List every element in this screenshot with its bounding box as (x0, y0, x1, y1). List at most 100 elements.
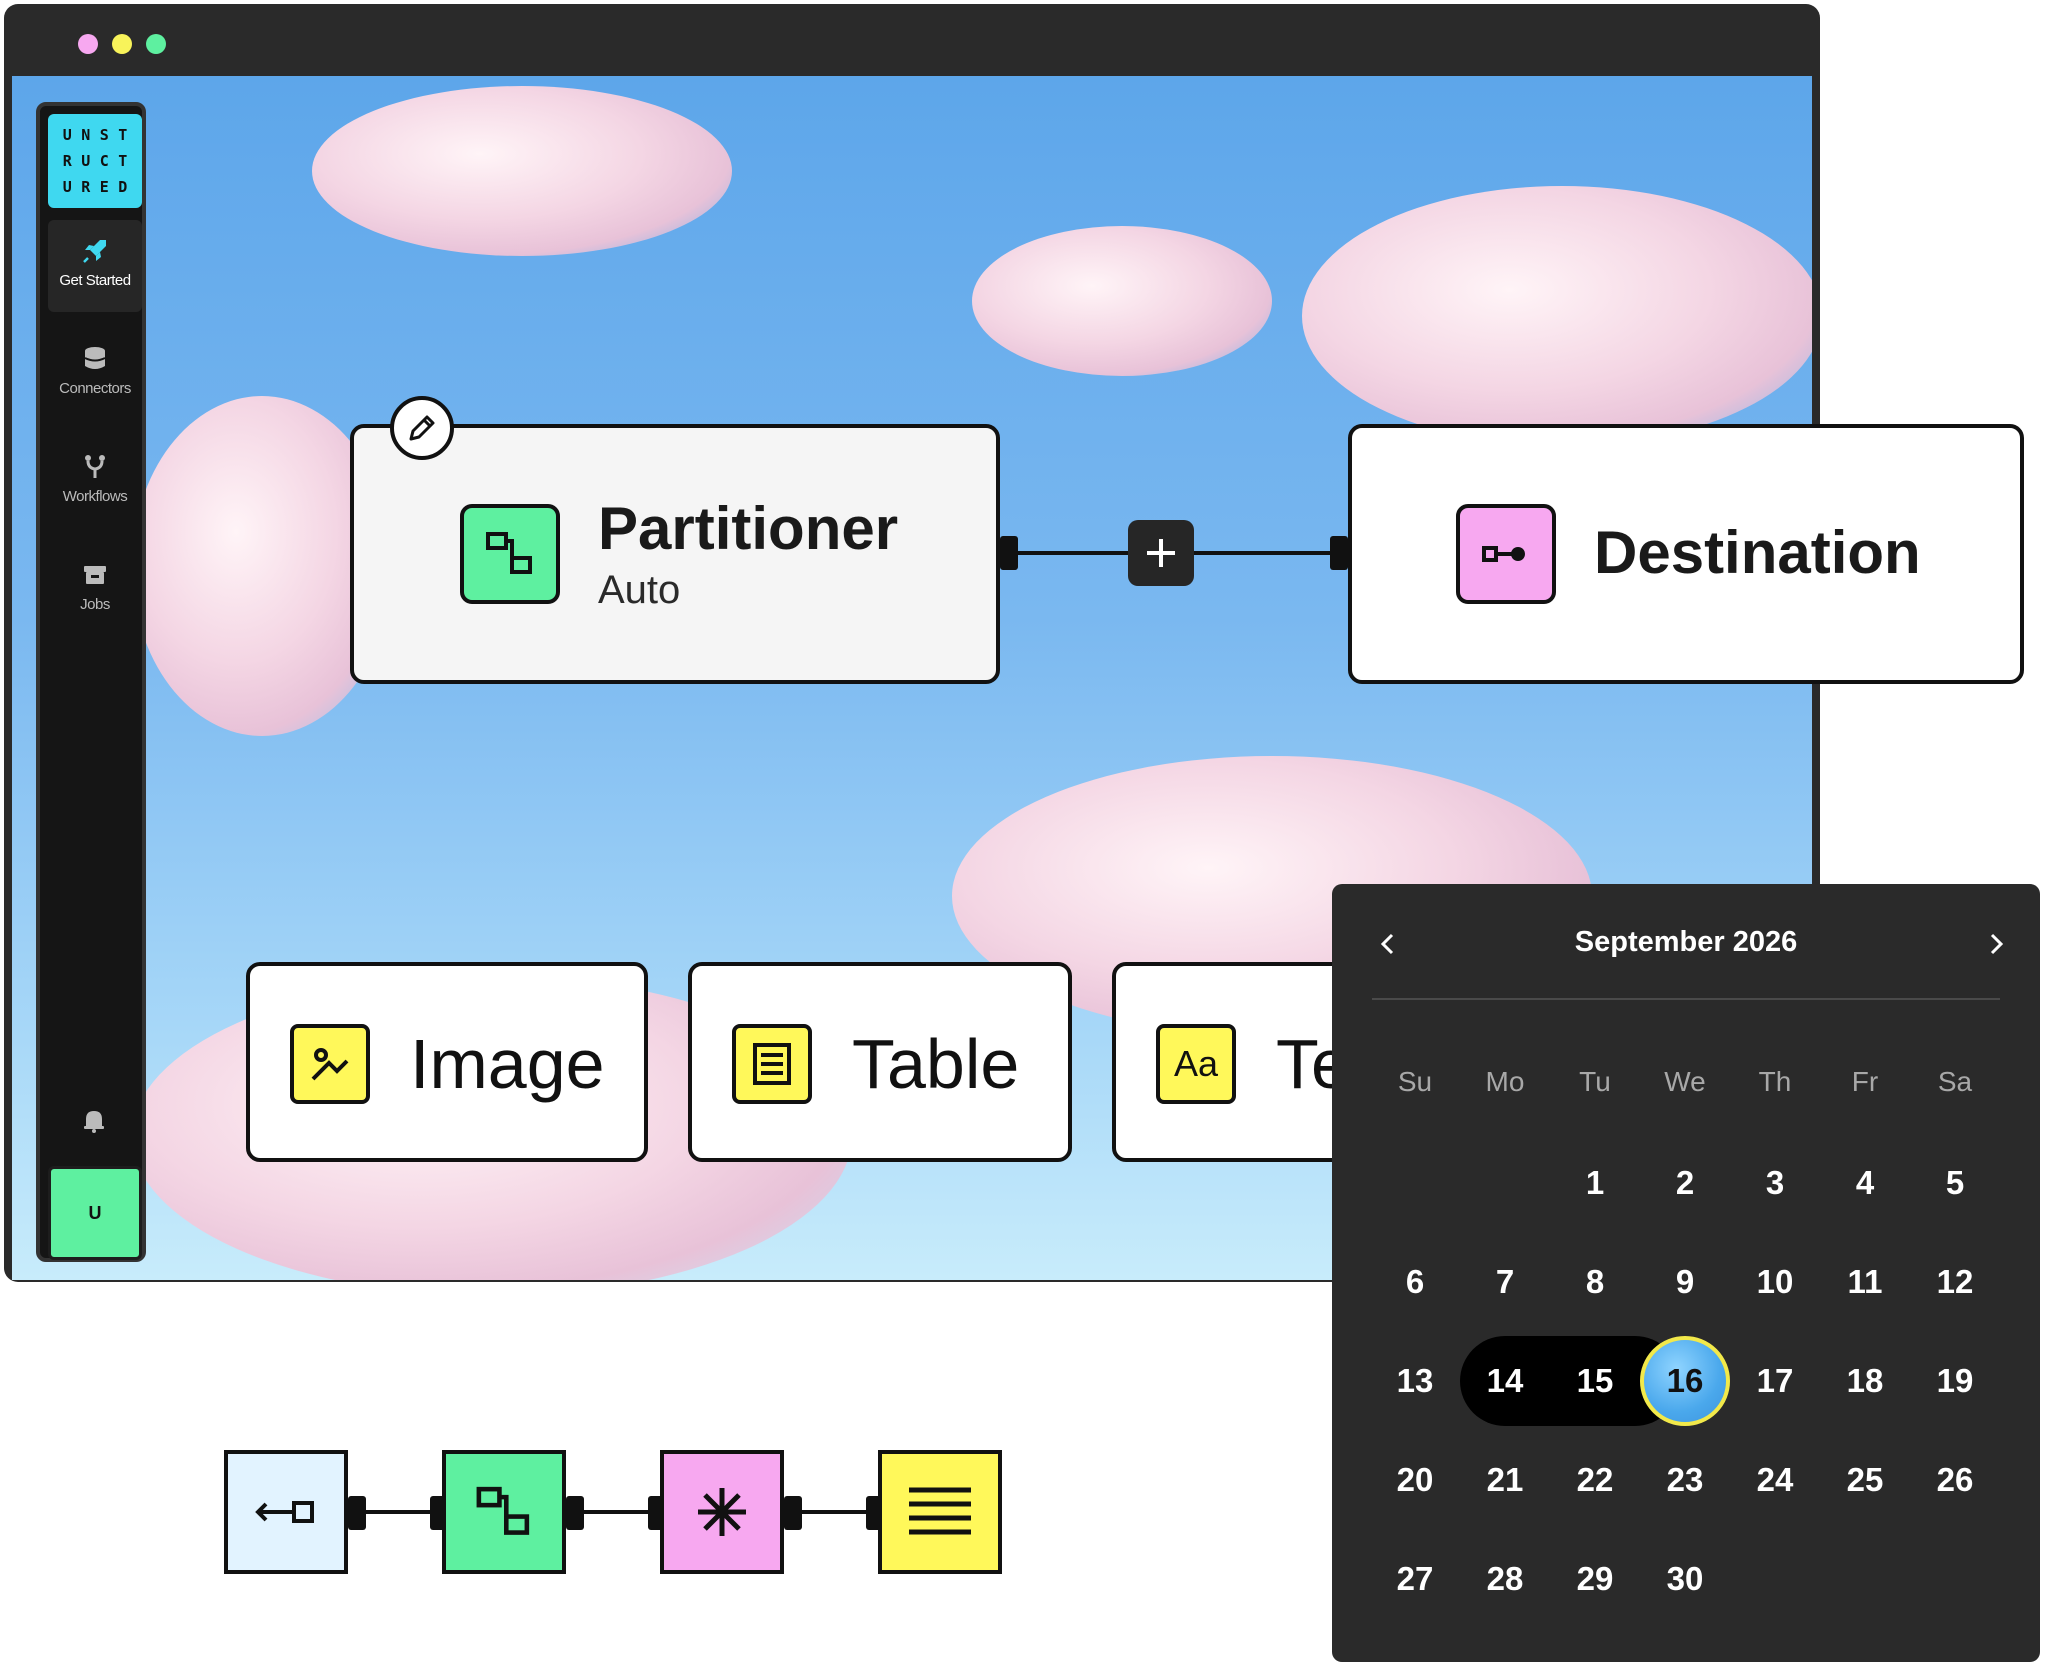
sidebar-item-label: Connectors (59, 380, 131, 397)
calendar-day-selected[interactable]: 16 (1640, 1336, 1730, 1426)
chip-label: Table (852, 1025, 1020, 1103)
calendar-day-range-start[interactable]: 14 (1460, 1336, 1550, 1426)
node-title: Destination (1594, 519, 1921, 586)
calendar-day[interactable]: 11 (1820, 1237, 1910, 1327)
sidebar-item-label: Get Started (59, 272, 131, 289)
pipeline-step-chunk[interactable] (878, 1450, 1002, 1574)
user-avatar[interactable]: U (48, 1166, 142, 1260)
calendar-day[interactable]: 20 (1370, 1435, 1460, 1525)
calendar-day[interactable]: 17 (1730, 1336, 1820, 1426)
weekday-label: Fr (1851, 1066, 1879, 1097)
calendar-day[interactable]: 24 (1730, 1435, 1820, 1525)
node-title: Partitioner (598, 495, 899, 562)
calendar-day[interactable]: 28 (1460, 1534, 1550, 1624)
calendar-day[interactable]: 25 (1820, 1435, 1910, 1525)
minimize-window-button[interactable] (112, 34, 132, 54)
weekday-label: We (1664, 1066, 1706, 1097)
calendar-day[interactable]: 10 (1730, 1237, 1820, 1327)
pipeline-step-source[interactable] (224, 1450, 348, 1574)
partition-icon (476, 1486, 530, 1535)
input-port[interactable] (1330, 536, 1348, 570)
weekday-label: Su (1397, 1066, 1433, 1097)
weekday-label: Mo (1485, 1066, 1525, 1097)
sidebar-item-jobs[interactable]: Jobs (48, 544, 142, 636)
destination-icon (1482, 546, 1525, 562)
calendar-day[interactable]: 12 (1910, 1237, 2000, 1327)
edge-line (1194, 551, 1330, 555)
calendar-day[interactable]: 30 (1640, 1534, 1730, 1624)
pencil-icon (409, 415, 435, 441)
calendar-divider (1372, 998, 2000, 1000)
add-step-button[interactable] (1128, 520, 1194, 586)
calendar-day-in-range[interactable]: 15 (1550, 1336, 1640, 1426)
calendar-day[interactable]: 27 (1370, 1534, 1460, 1624)
calendar-day[interactable]: 5 (1910, 1138, 2000, 1228)
destination-node[interactable]: Destination (1348, 424, 2024, 684)
destination-node-icon (1456, 504, 1556, 604)
workflow-icon (85, 455, 105, 478)
calendar-day[interactable]: 26 (1910, 1435, 2000, 1525)
calendar-day[interactable]: 19 (1910, 1336, 2000, 1426)
pipeline-port (348, 1496, 366, 1530)
calendar-month-label: September 2026 (1574, 926, 1798, 958)
cloud-decoration (972, 226, 1272, 376)
calendar-day[interactable]: 1 (1550, 1138, 1640, 1228)
source-icon (255, 1501, 314, 1523)
table-icon (732, 1024, 812, 1104)
plus-icon (1147, 539, 1175, 567)
pipeline-edge (802, 1510, 866, 1514)
edge-line (1018, 551, 1130, 555)
calendar-day[interactable]: 4 (1820, 1138, 1910, 1228)
cloud-decoration (1302, 186, 1812, 446)
calendar-day[interactable]: 8 (1550, 1237, 1640, 1327)
maximize-window-button[interactable] (146, 34, 166, 54)
bell-icon[interactable] (80, 1106, 108, 1134)
calendar-day[interactable]: 23 (1640, 1435, 1730, 1525)
calendar-day[interactable]: 6 (1370, 1237, 1460, 1327)
element-chip-image[interactable]: Image (246, 962, 648, 1162)
edit-node-button[interactable] (390, 396, 454, 460)
close-window-button[interactable] (78, 34, 98, 54)
sidebar-nav: U N S T R U C T U R E D Get Started Conn… (36, 102, 146, 1262)
calendar-day[interactable]: 9 (1640, 1237, 1730, 1327)
pipeline-step-enrich[interactable] (660, 1450, 784, 1574)
calendar-day[interactable]: 2 (1640, 1138, 1730, 1228)
next-month-button[interactable] (1976, 924, 2016, 964)
element-chip-table[interactable]: Table (688, 962, 1072, 1162)
database-icon (84, 347, 106, 369)
calendar-day[interactable]: 21 (1460, 1435, 1550, 1525)
sidebar-item-get-started[interactable]: Get Started (48, 220, 142, 312)
output-port[interactable] (1000, 536, 1018, 570)
sidebar-item-workflows[interactable]: Workflows (48, 436, 142, 528)
pipeline-port (566, 1496, 584, 1530)
rocket-icon (83, 240, 106, 263)
calendar-day[interactable]: 13 (1370, 1336, 1460, 1426)
sidebar-item-label: Jobs (80, 596, 110, 613)
calendar-day[interactable]: 18 (1820, 1336, 1910, 1426)
text-icon: Aa (1156, 1024, 1236, 1104)
partition-icon (486, 532, 532, 574)
pipeline-edge (366, 1510, 430, 1514)
weekday-label: Tu (1579, 1066, 1611, 1097)
partitioner-node[interactable]: Partitioner Auto (350, 424, 1000, 684)
unstructured-logo[interactable]: U N S T R U C T U R E D (48, 114, 142, 208)
pipeline-edge (584, 1510, 648, 1514)
calendar-day[interactable]: 7 (1460, 1237, 1550, 1327)
weekday-label: Th (1758, 1066, 1792, 1097)
asterisk-icon (698, 1488, 746, 1536)
chip-label: Image (410, 1025, 605, 1103)
sidebar-item-connectors[interactable]: Connectors (48, 328, 142, 420)
image-icon (290, 1024, 370, 1104)
jobs-icon (84, 566, 106, 584)
calendar-day[interactable]: 3 (1730, 1138, 1820, 1228)
node-subtitle: Auto (598, 568, 681, 612)
date-picker: September 2026 Su Mo Tu We Th Fr Sa 1 2 … (1332, 884, 2040, 1662)
pipeline-step-partition[interactable] (442, 1450, 566, 1574)
calendar-day[interactable]: 29 (1550, 1534, 1640, 1624)
calendar-day[interactable]: 22 (1550, 1435, 1640, 1525)
title-bar (4, 4, 1820, 74)
chevron-right-icon (1990, 933, 2004, 955)
cloud-decoration (312, 86, 732, 256)
weekday-label: Sa (1937, 1066, 1973, 1097)
pipeline-port (784, 1496, 802, 1530)
